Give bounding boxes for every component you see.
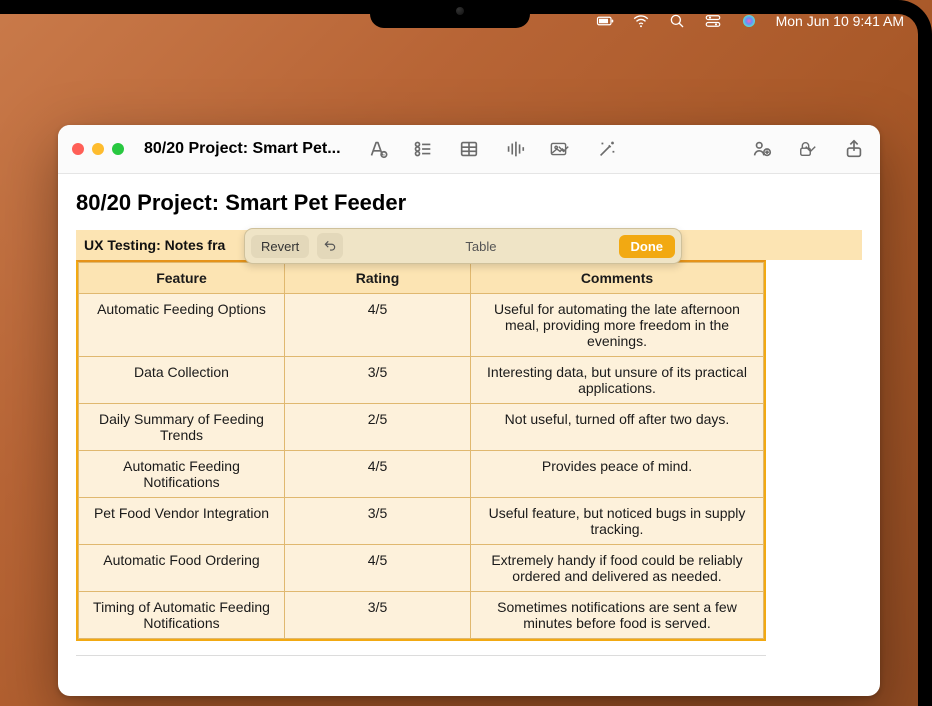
table-header[interactable]: Rating	[285, 263, 471, 294]
minimize-icon[interactable]	[92, 143, 104, 155]
revert-button[interactable]: Revert	[251, 235, 309, 258]
menubar: Mon Jun 10 9:41 AM	[596, 12, 904, 30]
table-cell-rating[interactable]: 3/5	[285, 357, 471, 404]
done-button[interactable]: Done	[619, 235, 676, 258]
table-row: Automatic Feeding Options4/5Useful for a…	[79, 294, 764, 357]
table-cell-feature[interactable]: Pet Food Vendor Integration	[79, 498, 285, 545]
feature-table: Feature Rating Comments Automatic Feedin…	[78, 262, 764, 639]
format-text-icon[interactable]	[365, 137, 389, 161]
table-cell-feature[interactable]: Timing of Automatic Feeding Notification…	[79, 592, 285, 639]
table-row: Automatic Feeding Notifications4/5Provid…	[79, 451, 764, 498]
battery-icon[interactable]	[596, 12, 614, 30]
table-cell-rating[interactable]: 4/5	[285, 294, 471, 357]
note-content: 80/20 Project: Smart Pet Feeder UX Testi…	[58, 174, 880, 696]
titlebar: 80/20 Project: Smart Pet...	[58, 125, 880, 174]
table-cell-comments[interactable]: Provides peace of mind.	[471, 451, 764, 498]
table-cell-feature[interactable]: Data Collection	[79, 357, 285, 404]
camera-icon	[456, 7, 464, 15]
close-icon[interactable]	[72, 143, 84, 155]
table-row: Daily Summary of Feeding Trends2/5Not us…	[79, 404, 764, 451]
table-cell-feature[interactable]: Automatic Feeding Options	[79, 294, 285, 357]
format-bar: Revert Table Done	[244, 228, 682, 264]
app-window: 80/20 Project: Smart Pet...	[58, 125, 880, 696]
table-cell-rating[interactable]: 2/5	[285, 404, 471, 451]
table-cell-feature[interactable]: Automatic Food Ordering	[79, 545, 285, 592]
table-cell-comments[interactable]: Useful for automating the late afternoon…	[471, 294, 764, 357]
chevron-down-icon	[801, 138, 820, 160]
table-cell-comments[interactable]: Sometimes notifications are sent a few m…	[471, 592, 764, 639]
siri-icon[interactable]	[740, 12, 758, 30]
feature-table-wrap[interactable]: Feature Rating Comments Automatic Feedin…	[76, 260, 766, 641]
traffic-lights	[72, 143, 124, 155]
control-center-icon[interactable]	[704, 12, 722, 30]
table-cell-comments[interactable]: Extremely handy if food could be reliabl…	[471, 545, 764, 592]
table-cell-rating[interactable]: 4/5	[285, 451, 471, 498]
separator	[76, 655, 766, 656]
table-row: Data Collection3/5Interesting data, but …	[79, 357, 764, 404]
table-header-row: Feature Rating Comments	[79, 263, 764, 294]
menubar-datetime[interactable]: Mon Jun 10 9:41 AM	[776, 13, 904, 29]
fullscreen-icon[interactable]	[112, 143, 124, 155]
document-title: 80/20 Project: Smart Pet Feeder	[76, 190, 862, 216]
toolbar	[357, 137, 866, 161]
table-cell-rating[interactable]: 3/5	[285, 592, 471, 639]
table-cell-comments[interactable]: Useful feature, but noticed bugs in supp…	[471, 498, 764, 545]
media-picker-icon[interactable]	[549, 137, 573, 161]
chevron-down-icon	[554, 138, 573, 160]
table-cell-feature[interactable]: Daily Summary of Feeding Trends	[79, 404, 285, 451]
magic-wand-icon[interactable]	[595, 137, 619, 161]
table-cell-comments[interactable]: Not useful, turned off after two days.	[471, 404, 764, 451]
share-icon[interactable]	[842, 137, 866, 161]
wifi-icon[interactable]	[632, 12, 650, 30]
table-cell-comments[interactable]: Interesting data, but unsure of its prac…	[471, 357, 764, 404]
lock-icon[interactable]	[796, 137, 820, 161]
table-cell-feature[interactable]: Automatic Feeding Notifications	[79, 451, 285, 498]
checklist-icon[interactable]	[411, 137, 435, 161]
table-row: Automatic Food Ordering4/5Extremely hand…	[79, 545, 764, 592]
table-row: Pet Food Vendor Integration3/5Useful fea…	[79, 498, 764, 545]
table-cell-rating[interactable]: 3/5	[285, 498, 471, 545]
table-cell-rating[interactable]: 4/5	[285, 545, 471, 592]
undo-button[interactable]	[317, 233, 343, 259]
table-header[interactable]: Feature	[79, 263, 285, 294]
collaborate-icon[interactable]	[750, 137, 774, 161]
table-row: Timing of Automatic Feeding Notification…	[79, 592, 764, 639]
section-subtitle-row: UX Testing: Notes fra Revert Table Done	[76, 230, 862, 260]
table-icon[interactable]	[457, 137, 481, 161]
device-notch	[370, 0, 530, 28]
section-subtitle: UX Testing: Notes fra	[84, 237, 225, 253]
table-header[interactable]: Comments	[471, 263, 764, 294]
search-icon[interactable]	[668, 12, 686, 30]
window-title: 80/20 Project: Smart Pet...	[144, 140, 341, 158]
audio-waveform-icon[interactable]	[503, 137, 527, 161]
format-indicator-label: Table	[351, 239, 610, 254]
